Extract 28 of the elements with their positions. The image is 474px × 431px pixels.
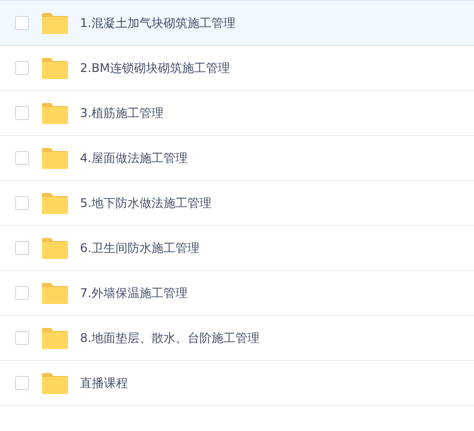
folder-icon <box>42 282 68 304</box>
folder-icon <box>42 328 68 348</box>
folder-name: 1.混凝土加气块砌筑施工管理 <box>80 14 236 32</box>
checkbox[interactable] <box>15 286 29 300</box>
folder-row[interactable]: 1.混凝土加气块砌筑施工管理 <box>0 0 474 46</box>
folder-name: 4.屋面做法施工管理 <box>80 150 188 166</box>
folder-name: 8.地面垫层、散水、台阶施工管理 <box>80 330 260 346</box>
folder-icon <box>42 238 68 258</box>
folder-name: 直播课程 <box>80 374 128 392</box>
folder-icon <box>42 148 68 168</box>
folder-icon <box>42 102 68 124</box>
checkbox[interactable] <box>15 61 29 75</box>
checkbox[interactable] <box>15 241 29 255</box>
folder-icon <box>42 192 68 214</box>
checkbox[interactable] <box>15 331 29 345</box>
folder-icon <box>42 58 68 78</box>
checkbox[interactable] <box>15 151 29 165</box>
folder-name: 2.BM连锁砌块砌筑施工管理 <box>80 60 230 76</box>
checkbox[interactable] <box>15 106 29 120</box>
checkbox[interactable] <box>15 376 29 390</box>
folder-name: 5.地下防水做法施工管理 <box>80 194 212 212</box>
checkbox[interactable] <box>15 16 29 30</box>
folder-icon <box>42 372 68 394</box>
folder-name: 6.卫生间防水施工管理 <box>80 240 200 256</box>
folder-name: 7.外墙保温施工管理 <box>80 284 188 302</box>
folder-icon <box>42 12 68 34</box>
checkbox[interactable] <box>15 196 29 210</box>
folder-name: 3.植筋施工管理 <box>80 104 164 122</box>
